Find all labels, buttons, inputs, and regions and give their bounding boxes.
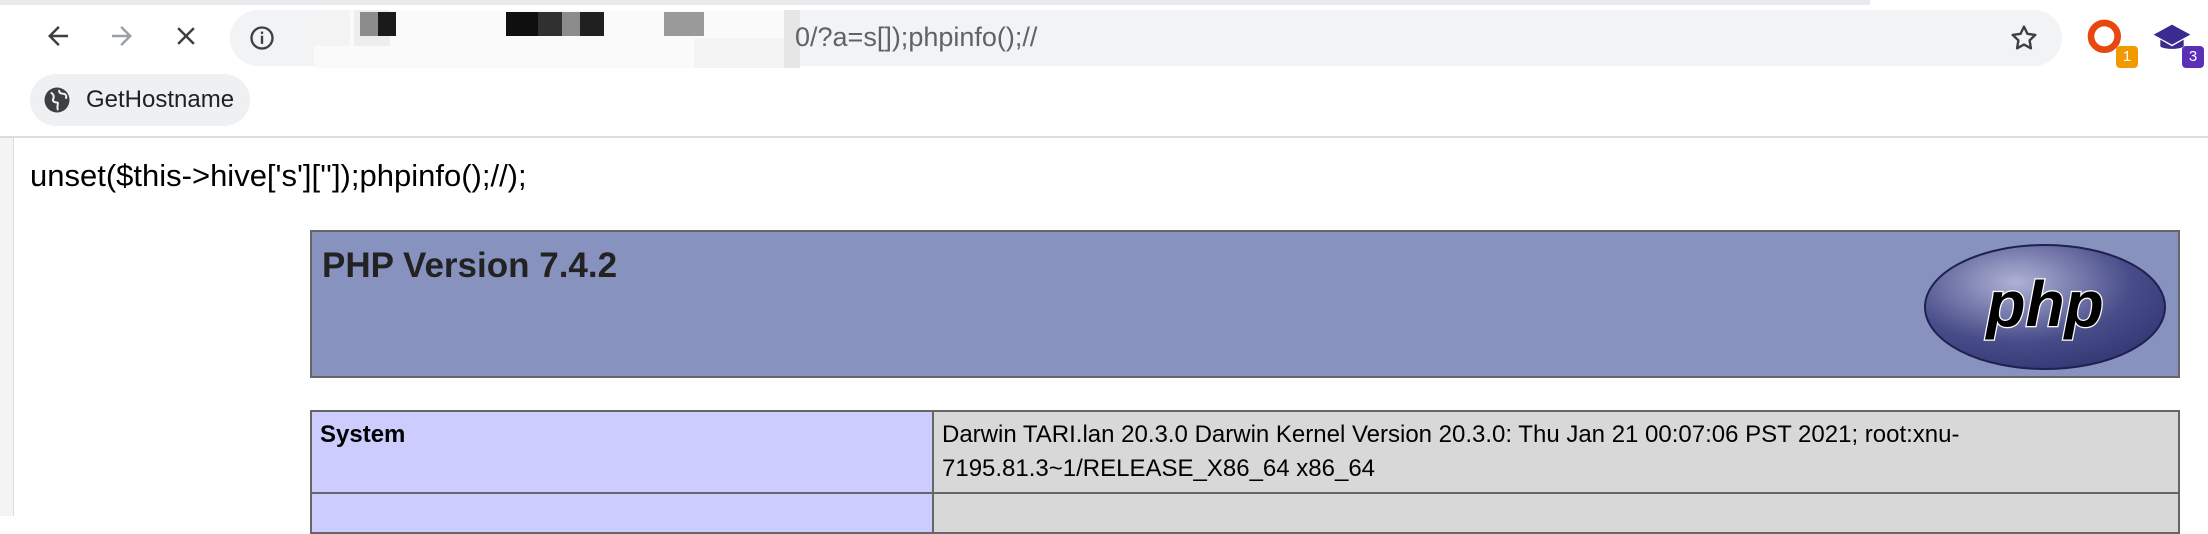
extension-1-button[interactable]: 1: [2086, 18, 2132, 64]
echo-output-text: unset($this->hive['s']['']);phpinfo();//…: [30, 158, 527, 194]
extension-2-button[interactable]: 3: [2152, 18, 2198, 64]
star-icon[interactable]: [2008, 22, 2040, 54]
table-key-cell: System: [311, 411, 933, 493]
php-logo-text: php: [1984, 268, 2103, 340]
phpinfo-table: System Darwin TARI.lan 20.3.0 Darwin Ker…: [310, 410, 2180, 534]
extension-2-badge: 3: [2182, 46, 2204, 68]
php-logo: php: [1922, 242, 2168, 372]
arrow-right-icon: [107, 21, 137, 51]
table-key-cell: [311, 493, 933, 533]
forward-button[interactable]: [100, 14, 144, 58]
phpinfo-header: PHP Version 7.4.2 php: [310, 230, 2180, 378]
table-value-cell: Darwin TARI.lan 20.3.0 Darwin Kernel Ver…: [933, 411, 2179, 493]
bookmark-label: GetHostname: [86, 86, 234, 114]
page-content: unset($this->hive['s']['']);phpinfo();//…: [14, 140, 2208, 516]
arrow-left-icon: [43, 21, 73, 51]
address-bar[interactable]: 0/?a=s[]);phpinfo();//: [230, 10, 2062, 66]
url-text[interactable]: 0/?a=s[]);phpinfo();//: [795, 22, 1037, 53]
tab-strip-edge: [0, 0, 1870, 5]
table-row: [311, 493, 2179, 533]
bookmark-gethostname[interactable]: GetHostname: [30, 74, 250, 126]
extension-1-badge: 1: [2116, 46, 2138, 68]
table-value-cell: [933, 493, 2179, 533]
close-icon: [171, 21, 201, 51]
info-icon[interactable]: [248, 24, 276, 52]
redacted-host: [314, 10, 800, 68]
stop-loading-button[interactable]: [164, 14, 208, 58]
browser-chrome: 0/?a=s[]);phpinfo();// 1 3 GetHostname: [0, 0, 2208, 138]
globe-icon: [42, 85, 72, 115]
back-button[interactable]: [36, 14, 80, 58]
php-version-title: PHP Version 7.4.2: [322, 246, 617, 286]
side-panel-edge: [0, 138, 14, 516]
table-row: System Darwin TARI.lan 20.3.0 Darwin Ker…: [311, 411, 2179, 493]
